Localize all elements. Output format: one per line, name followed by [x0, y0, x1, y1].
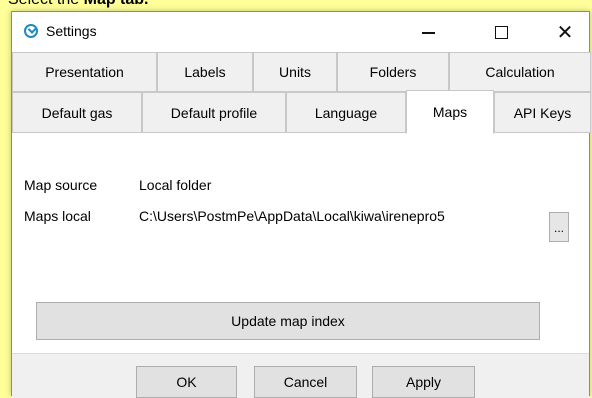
tab-presentation[interactable]: Presentation [12, 52, 157, 92]
tab-strip: Presentation Labels Units Folders Calcul… [12, 52, 591, 134]
tab-labels[interactable]: Labels [157, 52, 253, 92]
tab-api-keys[interactable]: API Keys [494, 92, 591, 133]
minimize-button[interactable] [405, 12, 451, 52]
maximize-icon [494, 25, 508, 39]
tab-units[interactable]: Units [253, 52, 337, 92]
instruction-bold: Map tab. [84, 0, 149, 8]
app-icon [24, 24, 38, 38]
apply-button[interactable]: Apply [372, 366, 475, 398]
close-button[interactable]: ✕ [542, 12, 588, 52]
tab-calculation[interactable]: Calculation [449, 52, 591, 92]
close-icon: ✕ [556, 20, 574, 44]
tab-default-profile[interactable]: Default profile [142, 92, 286, 133]
ok-button[interactable]: OK [136, 366, 237, 398]
title-bar: Settings ✕ [12, 12, 589, 52]
dialog-footer: OK Cancel Apply [12, 353, 589, 398]
maps-local-path[interactable]: C:\Users\PostmPe\AppData\Local\kiwa\iren… [139, 208, 445, 224]
browse-folder-button[interactable]: ... [549, 212, 569, 242]
tab-language[interactable]: Language [286, 92, 406, 133]
maximize-button[interactable] [478, 12, 524, 52]
maps-local-label: Maps local [24, 208, 91, 224]
map-source-label: Map source [24, 177, 98, 193]
instruction-prefix: Select the [8, 0, 84, 8]
instruction-text: Select the Map tab. [8, 0, 149, 9]
update-map-index-button[interactable]: Update map index [36, 302, 540, 340]
tab-default-gas[interactable]: Default gas [12, 92, 142, 133]
tab-folders[interactable]: Folders [337, 52, 449, 92]
map-source-value[interactable]: Local folder [139, 177, 211, 193]
tab-maps[interactable]: Maps [406, 90, 494, 134]
minimize-icon [421, 32, 435, 34]
cancel-button[interactable]: Cancel [254, 366, 357, 398]
window-title: Settings [46, 23, 97, 39]
settings-window: Settings ✕ Presentation Labels Units Fol… [11, 11, 591, 398]
